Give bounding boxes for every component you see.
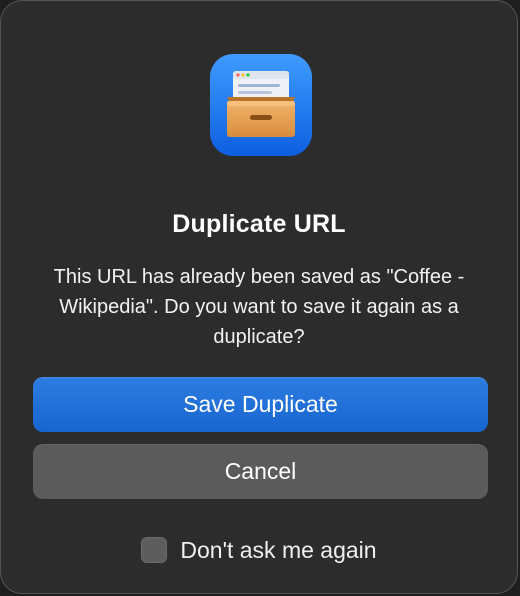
dont-ask-again-checkbox[interactable]	[141, 537, 168, 563]
checkbox-label: Don't ask me again	[180, 536, 377, 563]
cancel-button[interactable]: Cancel	[33, 444, 488, 499]
dialog-title: Duplicate URL	[172, 210, 346, 238]
file-box-app-icon	[209, 53, 313, 157]
duplicate-url-dialog: Duplicate URL This URL has already been …	[0, 0, 518, 594]
dont-ask-again-option[interactable]: Don't ask me again	[1, 535, 517, 565]
save-duplicate-button[interactable]: Save Duplicate	[33, 377, 488, 432]
dialog-message: This URL has already been saved as "Coff…	[53, 266, 465, 348]
